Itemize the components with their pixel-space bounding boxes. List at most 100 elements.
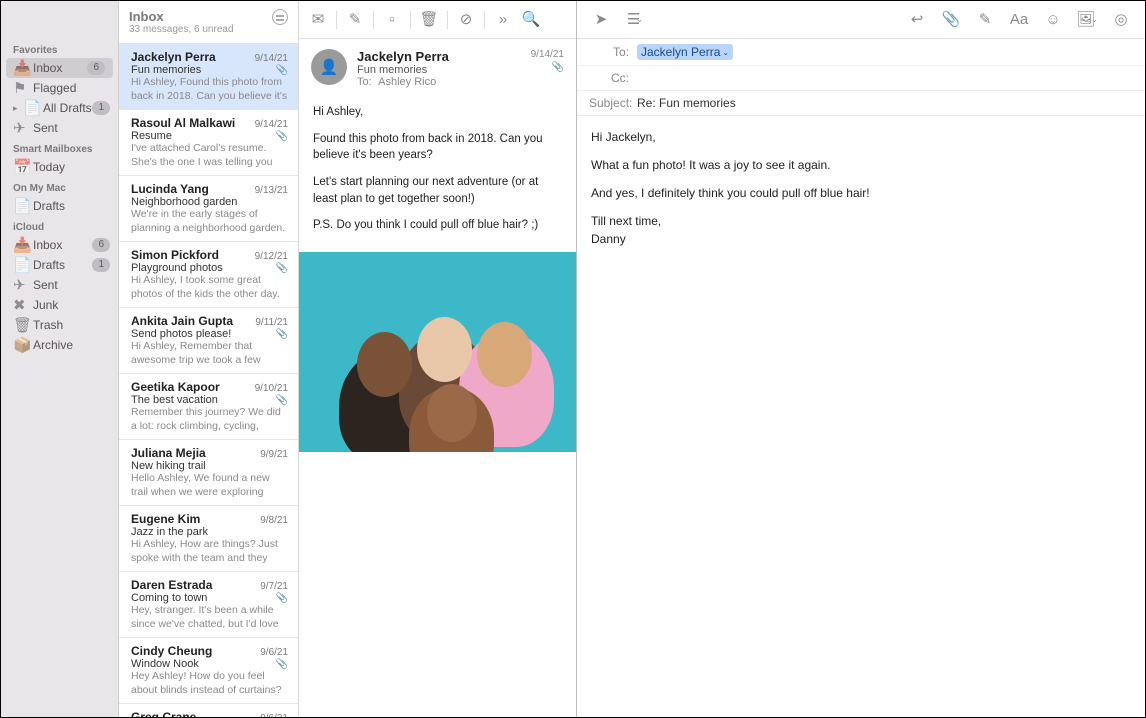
sidebar-item-sent[interactable]: ✈︎Sent — [1, 118, 118, 138]
message-item-sender: Rasoul Al Malkawi — [131, 116, 235, 130]
body-paragraph: Hi Jackelyn, — [591, 128, 1131, 146]
message-list[interactable]: Jackelyn Perra9/14/21Fun memories📎Hi Ash… — [119, 44, 298, 717]
body-paragraph: Let's start planning our next adventure … — [313, 174, 562, 207]
search-icon[interactable]: 🔍 — [518, 8, 544, 32]
attached-photo[interactable] — [299, 252, 576, 452]
emoji-icon[interactable]: ☺ — [1039, 8, 1067, 32]
message-item-subject: Jazz in the park — [131, 526, 208, 538]
compose-subject[interactable]: Re: Fun memories — [637, 96, 1133, 110]
mailbox-title: Inbox — [129, 9, 272, 24]
delete-icon[interactable]: 🗑 — [416, 8, 442, 32]
message-item[interactable]: Greg Crane9/6/21New ways to take your ph… — [119, 704, 298, 717]
inbox-icon: 📥 — [13, 238, 27, 252]
markup-icon[interactable]: ✎ — [971, 8, 999, 32]
message-item[interactable]: Juliana Mejia9/9/21New hiking trailHello… — [119, 440, 298, 506]
compose-fields: To: Jackelyn Perra⌄ Cc: Subject: Re: Fun… — [577, 39, 1145, 116]
compose-pane: ➤ ☰⌄ ↩︎ 📎 ✎ Aa ☺ 🖼⌄ ◎ To: Jackelyn Perra… — [577, 1, 1145, 717]
compose-subject-row[interactable]: Subject: Re: Fun memories — [577, 91, 1145, 115]
message-item[interactable]: Geetika Kapoor9/10/21The best vacation📎R… — [119, 374, 298, 440]
sidebar-section-title: Smart Mailboxes — [1, 138, 118, 157]
message-item-date: 9/10/21 — [255, 383, 288, 394]
sidebar-item-drafts[interactable]: 📄Drafts1 — [1, 255, 118, 275]
junk-icon[interactable]: ⊘ — [453, 8, 479, 32]
disclosure-icon[interactable]: ▸ — [13, 103, 21, 114]
message-item-preview: Remember this journey? We did a lot: roc… — [131, 406, 288, 433]
sidebar-item-inbox[interactable]: 📥Inbox6 — [6, 58, 113, 78]
message-header: 👤 Jackelyn Perra Fun memories To: Ashley… — [299, 39, 576, 96]
message-list-pane: Inbox 33 messages, 6 unread Jackelyn Per… — [119, 1, 299, 717]
message-item-sender: Cindy Cheung — [131, 644, 212, 658]
sidebar-item-flagged[interactable]: ⚑Flagged — [1, 78, 118, 98]
sidebar-item-label: Inbox — [33, 61, 62, 75]
message-item-date: 9/9/21 — [260, 449, 288, 460]
message-item-sender: Geetika Kapoor — [131, 380, 220, 394]
header-fields-icon[interactable]: ☰⌄ — [621, 8, 649, 32]
reply-arrow-icon[interactable]: ↩︎ — [903, 8, 931, 32]
message-item-preview: Hello Ashley, We found a new trail when … — [131, 472, 288, 499]
format-icon[interactable]: Aa — [1005, 8, 1033, 32]
filter-icon[interactable] — [272, 9, 288, 25]
send-icon[interactable]: ➤ — [587, 8, 615, 32]
message-item-preview: Hi Ashley, Found this photo from back in… — [131, 76, 288, 103]
sidebar-section-title: On My Mac — [1, 177, 118, 196]
message-item-subject: Coming to town — [131, 592, 207, 604]
paperclip-icon: 📎 — [276, 659, 288, 670]
recipient-token[interactable]: Jackelyn Perra⌄ — [637, 44, 733, 60]
compose-body[interactable]: Hi Jackelyn,What a fun photo! It was a j… — [577, 116, 1145, 270]
message-item-sender: Ankita Jain Gupta — [131, 314, 233, 328]
photo-browser-icon[interactable]: 🖼⌄ — [1073, 8, 1101, 32]
doc-icon: 📄 — [13, 199, 27, 213]
sidebar-item-junk[interactable]: ✖︎Junk — [1, 295, 118, 315]
message-item-sender: Jackelyn Perra — [131, 50, 216, 64]
message-item[interactable]: Jackelyn Perra9/14/21Fun memories📎Hi Ash… — [119, 44, 298, 110]
sidebar-item-label: Inbox — [33, 238, 62, 252]
sidebar-item-trash[interactable]: 🗑Trash — [1, 315, 118, 335]
more-icon[interactable]: » — [490, 8, 516, 32]
message-item-date: 9/12/21 — [255, 251, 288, 262]
attach-icon[interactable]: 📎 — [937, 8, 965, 32]
body-paragraph: P.S. Do you think I could pull off blue … — [313, 217, 562, 234]
message-item[interactable]: Ankita Jain Gupta9/11/21Send photos plea… — [119, 308, 298, 374]
compose-icon[interactable]: ✎ — [342, 8, 368, 32]
paperclip-icon: 📎 — [276, 263, 288, 274]
sidebar-item-drafts[interactable]: 📄Drafts — [1, 196, 118, 216]
message-item[interactable]: Simon Pickford9/12/21Playground photos📎H… — [119, 242, 298, 308]
message-item-sender: Simon Pickford — [131, 248, 219, 262]
sidebar-item-sent[interactable]: ✈︎ Sent — [1, 275, 118, 295]
sidebar-item-label: Junk — [33, 298, 58, 312]
message-item[interactable]: Daren Estrada9/7/21Coming to town📎Hey, s… — [119, 572, 298, 638]
doc-icon: 📄 — [13, 258, 27, 272]
message-item-date: 9/6/21 — [260, 647, 288, 658]
sidebar-item-all-drafts[interactable]: ▸📄All Drafts1 — [1, 98, 118, 118]
body-paragraph: Till next time,Danny — [591, 212, 1131, 248]
archive-icon: 📦 — [13, 338, 27, 352]
compose-to-row[interactable]: To: Jackelyn Perra⌄ — [577, 39, 1145, 66]
message-item[interactable]: Eugene Kim9/8/21Jazz in the parkHi Ashle… — [119, 506, 298, 572]
message-item-date: 9/14/21 — [255, 53, 288, 64]
message-item-subject: The best vacation — [131, 394, 218, 406]
message-item[interactable]: Cindy Cheung9/6/21Window Nook📎Hey Ashley… — [119, 638, 298, 704]
sidebar-item-label: Drafts — [33, 258, 65, 272]
message-item-sender: Daren Estrada — [131, 578, 212, 592]
message-item-sender: Greg Crane — [131, 710, 196, 717]
sidebar-item-label: Sent — [33, 121, 58, 135]
sidebar-item-label: Sent — [33, 278, 58, 292]
message-item-date: 9/14/21 — [255, 119, 288, 130]
sidebar-item-today[interactable]: 📅Today — [1, 157, 118, 177]
compose-cc-row[interactable]: Cc: — [577, 66, 1145, 91]
message-item-preview: I've attached Carol's resume. She's the … — [131, 142, 288, 169]
sidebar-item-inbox[interactable]: 📥Inbox6 — [1, 235, 118, 255]
sidebar-item-archive[interactable]: 📦 Archive — [1, 335, 118, 355]
message-item-subject: Window Nook — [131, 658, 199, 670]
message-item-subject: Playground photos — [131, 262, 223, 274]
sidebar-item-label: Archive — [33, 338, 73, 352]
sent-icon: ✈︎ — [13, 278, 27, 292]
doc-icon: 📄 — [23, 101, 37, 115]
message-item[interactable]: Lucinda Yang9/13/21Neighborhood gardenWe… — [119, 176, 298, 242]
link-icon[interactable]: ◎ — [1107, 8, 1135, 32]
archive-icon[interactable]: ▫ — [379, 8, 405, 32]
attachment-icon: 📎 — [531, 62, 564, 73]
reply-icon[interactable]: ✉︎ — [305, 8, 331, 32]
message-item[interactable]: Rasoul Al Malkawi9/14/21Resume📎I've atta… — [119, 110, 298, 176]
sidebar-item-label: All Drafts — [43, 101, 92, 115]
